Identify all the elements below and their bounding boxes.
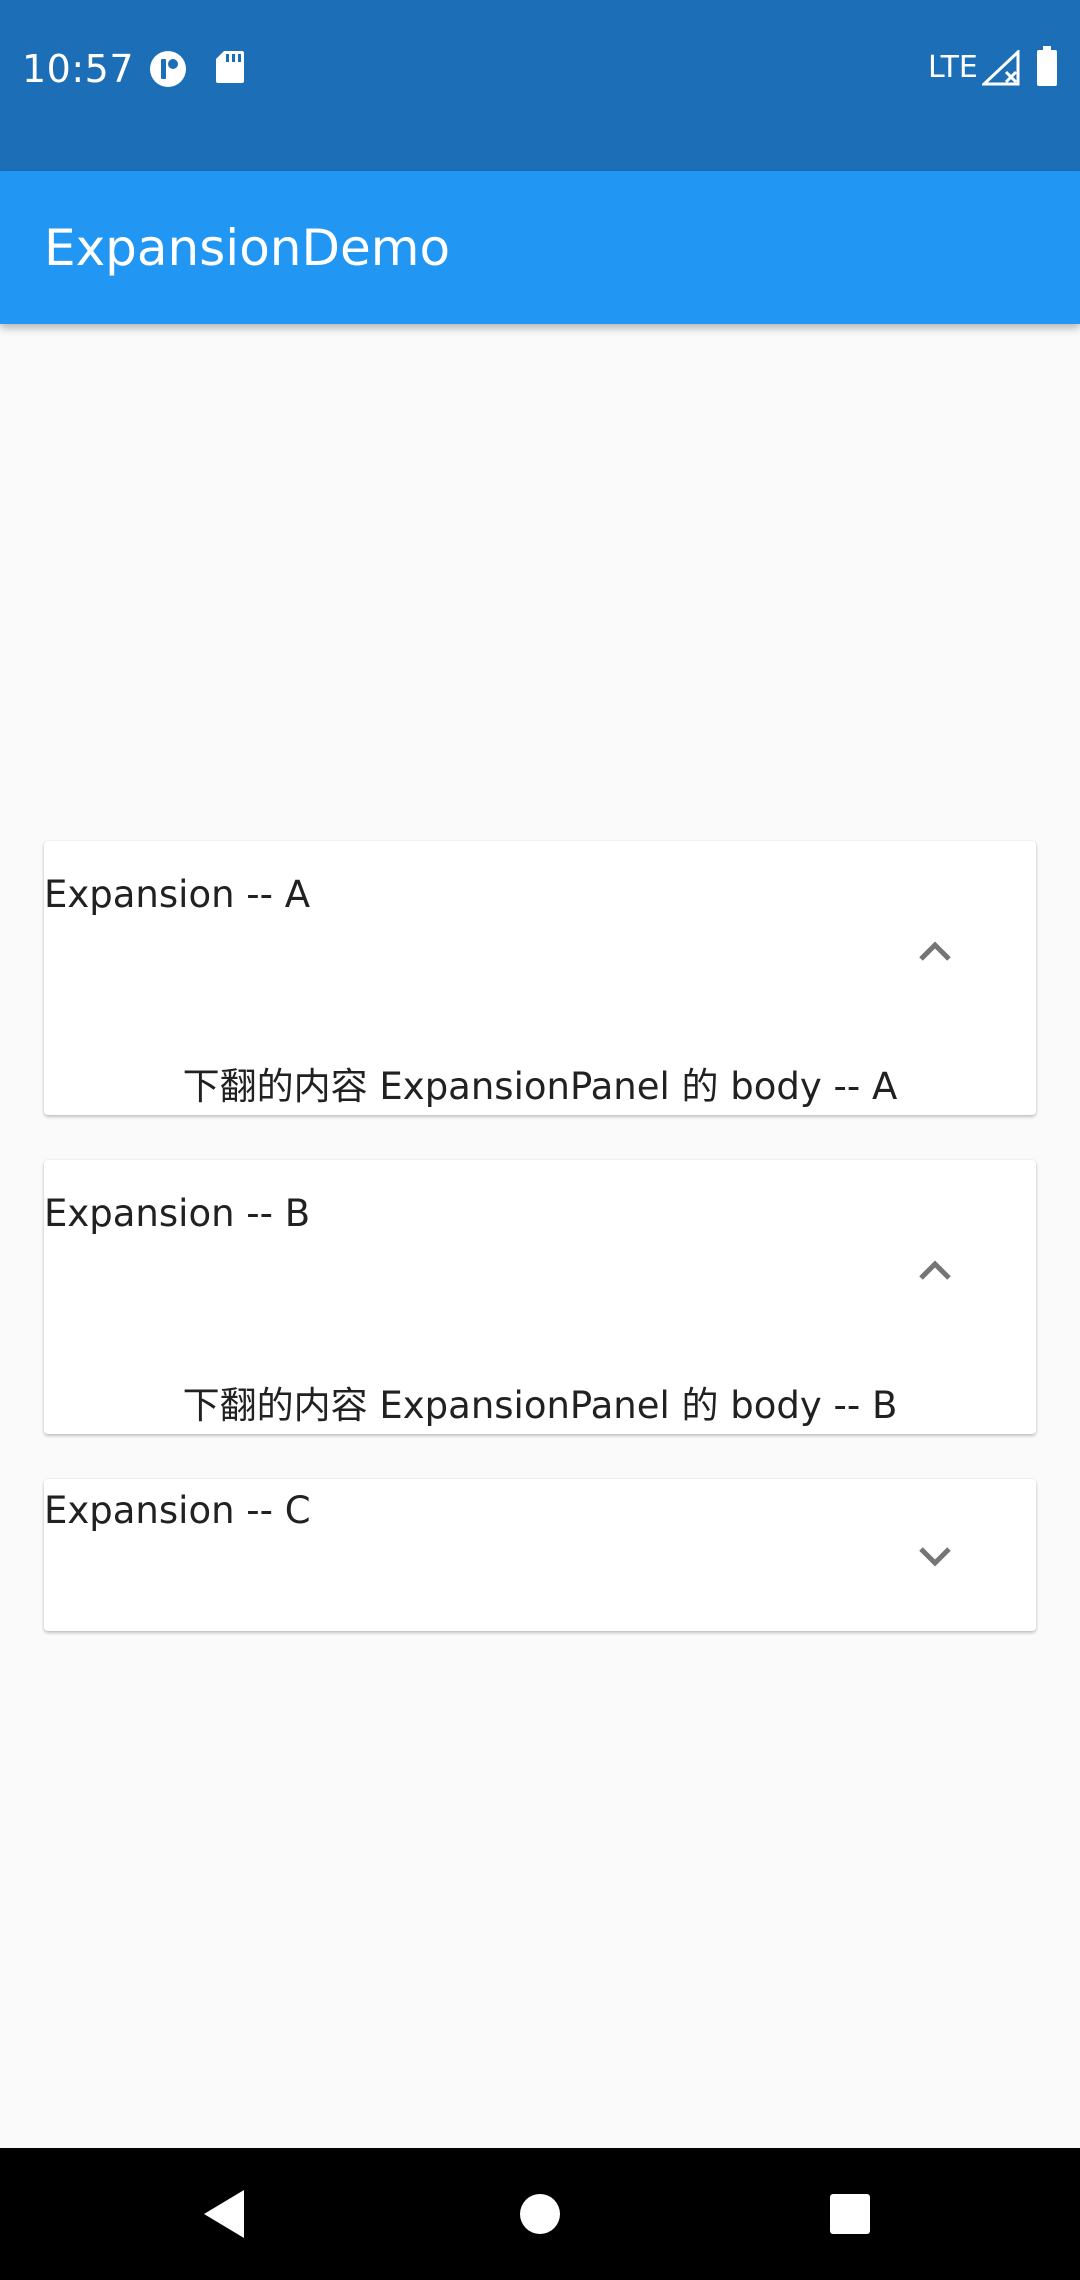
back-icon[interactable] (192, 2182, 256, 2246)
status-time: 10:57 (22, 47, 135, 91)
page-title: ExpansionDemo (44, 219, 451, 277)
panel-body-a: 下翻的内容 ExpansionPanel 的 body -- A (182, 1065, 898, 1108)
chevron-up-icon[interactable] (905, 921, 965, 981)
sd-card-icon (215, 49, 245, 89)
chevron-up-icon[interactable] (905, 1240, 965, 1300)
status-bar: 10:57 LTE (0, 0, 1080, 171)
app-bar: ExpansionDemo (0, 171, 1080, 324)
expansion-panel-c: Expansion -- C (44, 1479, 1036, 1631)
network-type: LTE (928, 50, 978, 85)
panel-header-c[interactable]: Expansion -- C (44, 1487, 311, 1535)
app-notification-icon (148, 49, 188, 93)
panel-header-a[interactable]: Expansion -- A (44, 871, 310, 919)
navigation-bar (0, 2148, 1080, 2280)
recents-icon[interactable] (818, 2182, 882, 2246)
panel-header-b[interactable]: Expansion -- B (44, 1190, 310, 1238)
expansion-panel-b: Expansion -- B 下翻的内容 ExpansionPanel 的 bo… (44, 1160, 1036, 1434)
home-icon[interactable] (508, 2182, 572, 2246)
expansion-panel-a: Expansion -- A 下翻的内容 ExpansionPanel 的 bo… (44, 841, 1036, 1115)
battery-icon (1036, 46, 1058, 90)
chevron-down-icon[interactable] (905, 1525, 965, 1585)
panel-body-b: 下翻的内容 ExpansionPanel 的 body -- B (182, 1384, 898, 1427)
signal-icon (980, 48, 1020, 90)
